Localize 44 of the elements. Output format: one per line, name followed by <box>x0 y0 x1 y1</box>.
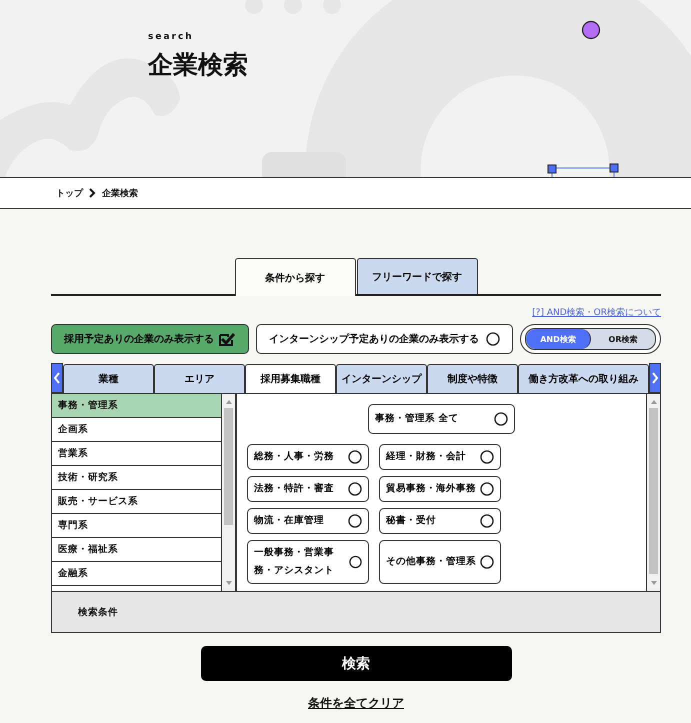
job-option[interactable]: 総務・人事・労務 <box>247 444 369 470</box>
breadcrumb-current: 企業検索 <box>102 187 138 200</box>
job-group-item[interactable]: 企画系 <box>52 418 221 442</box>
job-option[interactable]: 法務・特許・審査 <box>247 476 369 502</box>
category-tab[interactable]: 業種 <box>63 364 154 393</box>
job-group-item[interactable]: 専門系 <box>52 514 221 538</box>
category-tab[interactable]: インターンシップ <box>336 364 427 393</box>
job-option[interactable]: 事務・管理系 全て <box>368 404 515 434</box>
job-group-item[interactable]: 営業系 <box>52 442 221 466</box>
help-link[interactable]: [?] AND検索・OR検索について <box>532 306 661 319</box>
search-mode-tab[interactable]: フリーワードで探す <box>356 258 478 294</box>
job-group-item[interactable]: 販売・サービス系 <box>52 490 221 514</box>
chevron-right-icon <box>651 372 659 384</box>
filter-toggle[interactable]: 採用予定ありの企業のみ表示する <box>51 324 249 354</box>
job-option[interactable]: 一般事務・営業事務・アシスタント <box>247 540 369 584</box>
job-option[interactable]: 物流・在庫管理 <box>247 508 369 534</box>
category-tab[interactable]: エリア <box>154 364 245 393</box>
scroll-left-button[interactable] <box>51 363 63 393</box>
clear-link[interactable]: 条件を全てクリア <box>308 695 404 712</box>
filter-toggle[interactable]: インターンシップ予定ありの企業のみ表示する <box>256 324 513 354</box>
job-option[interactable]: 貿易事務・海外事務 <box>379 476 501 502</box>
search-mode-tab[interactable]: 条件から探す <box>234 258 356 296</box>
category-tab[interactable]: 制度や特徴 <box>427 364 518 393</box>
job-group-item[interactable]: 技術・研究系 <box>52 466 221 490</box>
conditions-label: 検索条件 <box>51 592 661 633</box>
chevron-right-icon <box>89 188 96 198</box>
marker-dot-icon <box>582 20 600 40</box>
scroll-right-button[interactable] <box>649 363 661 393</box>
job-group-item[interactable]: 医療・福祉系 <box>52 538 221 562</box>
job-option[interactable]: 秘書・受付 <box>379 508 501 534</box>
page-title: 企業検索 <box>148 49 248 81</box>
breadcrumb-link[interactable]: トップ <box>56 186 83 200</box>
chevron-left-icon <box>53 372 61 384</box>
job-group-item[interactable]: 金融系 <box>52 562 221 586</box>
logic-option[interactable]: AND検索 <box>526 329 591 349</box>
job-group-item[interactable]: 事務・管理系 <box>52 394 221 418</box>
job-option[interactable]: その他事務・管理系 <box>379 540 501 584</box>
category-tab[interactable]: 働き方改革への取り組み <box>518 364 650 393</box>
search-button[interactable]: 検索 <box>200 646 512 681</box>
job-option[interactable]: 経理・財務・会計 <box>379 444 501 470</box>
logic-option[interactable]: OR検索 <box>591 329 655 349</box>
category-tab[interactable]: 採用募集職種 <box>245 364 336 393</box>
section-eyebrow: search <box>148 32 194 42</box>
selection-handles-drawing <box>548 164 618 177</box>
